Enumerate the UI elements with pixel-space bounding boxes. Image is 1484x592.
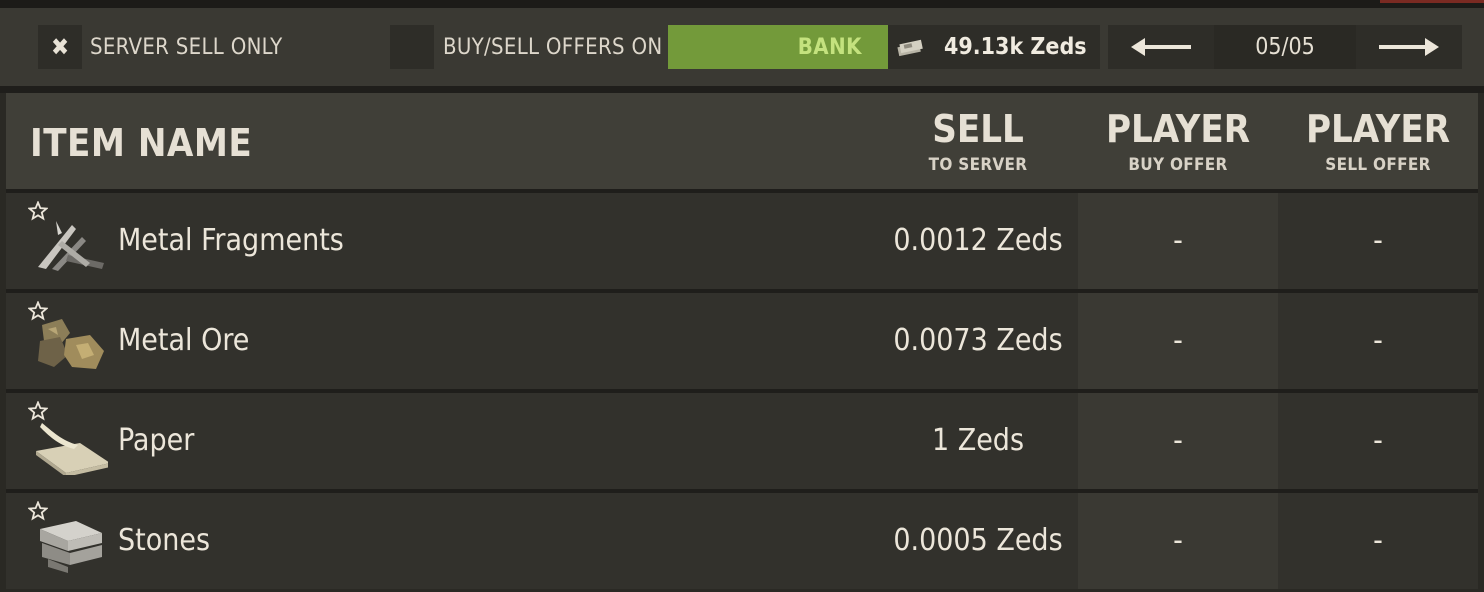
stones-icon: [40, 521, 102, 573]
player-sell-offer: -: [1373, 323, 1383, 358]
player-sell-offer: -: [1373, 523, 1383, 558]
player-sell-offer: -: [1373, 423, 1383, 458]
arrow-left-icon: [1131, 38, 1191, 56]
player-buy-offer: -: [1173, 323, 1183, 358]
x-mark-icon: ✖: [50, 33, 70, 61]
page-indicator: 05/05: [1214, 25, 1356, 69]
balance-display: 49.13k Zeds: [888, 25, 1100, 69]
buy-sell-offers-checkbox[interactable]: [390, 25, 434, 69]
column-title: PLAYER: [1105, 107, 1251, 151]
column-sell-to-server[interactable]: SELL TO SERVER: [878, 109, 1078, 175]
sell-to-server-price: 0.0073 Zeds: [893, 323, 1063, 358]
bank-label: BANK: [797, 34, 862, 60]
server-sell-only-checkbox[interactable]: ✖: [38, 25, 82, 69]
column-title: PLAYER: [1305, 107, 1451, 151]
paper-icon: [36, 423, 108, 475]
table-row[interactable]: Metal Fragments 0.0012 Zeds - -: [6, 193, 1478, 289]
arrow-right-icon: [1379, 38, 1439, 56]
balance-amount: 49.13k Zeds: [944, 34, 1087, 60]
next-page-button[interactable]: [1356, 25, 1462, 69]
table-header: ITEM NAME SELL TO SERVER PLAYER BUY OFFE…: [6, 93, 1478, 189]
column-subtitle: BUY OFFER: [1128, 155, 1228, 175]
column-item-name[interactable]: ITEM NAME: [30, 121, 252, 165]
top-accent: [1380, 0, 1484, 3]
player-sell-offer: -: [1373, 223, 1383, 258]
player-buy-offer: -: [1173, 423, 1183, 458]
table-row[interactable]: Metal Ore 0.0073 Zeds - -: [6, 293, 1478, 389]
sell-to-server-price: 0.0012 Zeds: [893, 223, 1063, 258]
sell-to-server-price: 1 Zeds: [931, 423, 1025, 458]
metal-fragments-icon: [38, 221, 104, 271]
buy-sell-offers-label: BUY/SELL OFFERS ON: [443, 35, 663, 60]
column-subtitle: SELL OFFER: [1325, 155, 1431, 175]
item-name: Metal Fragments: [118, 223, 344, 258]
pagination: 05/05: [1108, 25, 1462, 69]
top-border: [0, 0, 1484, 8]
item-name: Stones: [118, 523, 211, 558]
column-title: SELL: [932, 107, 1024, 151]
money-stack-icon: [897, 39, 923, 57]
bank-button[interactable]: BANK: [668, 25, 888, 69]
server-sell-only-label: SERVER SELL ONLY: [90, 35, 283, 60]
table-row[interactable]: Paper 1 Zeds - -: [6, 393, 1478, 489]
table-row[interactable]: Stones 0.0005 Zeds - -: [6, 493, 1478, 589]
column-subtitle: TO SERVER: [928, 155, 1028, 175]
column-player-sell-offer[interactable]: PLAYER SELL OFFER: [1278, 109, 1478, 175]
toolbar-divider: [0, 86, 1484, 93]
player-buy-offer: -: [1173, 223, 1183, 258]
item-name: Metal Ore: [118, 323, 250, 358]
item-name: Paper: [118, 423, 195, 458]
sell-to-server-price: 0.0005 Zeds: [893, 523, 1063, 558]
prev-page-button[interactable]: [1108, 25, 1214, 69]
player-buy-offer: -: [1173, 523, 1183, 558]
metal-ore-icon: [38, 319, 104, 369]
column-player-buy-offer[interactable]: PLAYER BUY OFFER: [1078, 109, 1278, 175]
